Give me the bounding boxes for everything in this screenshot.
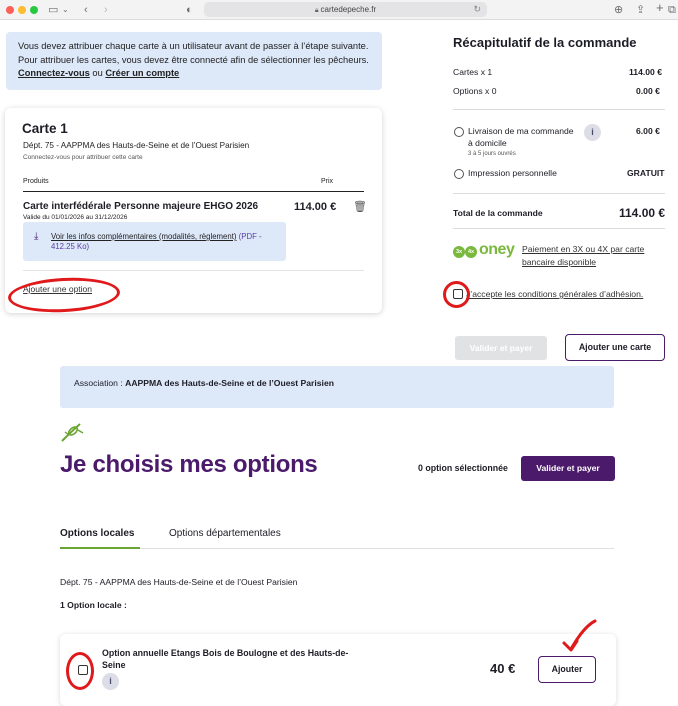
new-tab-icon[interactable]: + (656, 1, 664, 15)
option-name: Option annuelle Etangs Bois de Boulogne … (102, 648, 349, 670)
share-icon[interactable]: ⇪ (636, 3, 645, 17)
info-icon[interactable]: i (584, 124, 601, 141)
add-card-button[interactable]: Ajouter une carte (565, 334, 665, 361)
zoom-window-button[interactable] (30, 6, 38, 14)
summary-title: Récapitulatif de la commande (453, 35, 637, 50)
forward-arrow-icon[interactable]: › (104, 3, 108, 17)
tab-local-options[interactable]: Options locales (60, 528, 134, 539)
delivery-radio[interactable] (454, 127, 464, 137)
oney-3x-badge: 3x (453, 246, 465, 258)
close-window-button[interactable] (6, 6, 14, 14)
annotation-circle (66, 652, 94, 690)
address-bar[interactable]: 🔒︎ cartedepeche.fr ↻ (204, 2, 487, 17)
active-tab-indicator (60, 547, 140, 549)
chevron-down-icon[interactable]: ⌄ (62, 3, 69, 17)
product-validity: Valide du 01/01/2026 au 31/12/2026 (23, 214, 128, 221)
validate-pay-button-disabled[interactable]: Valider et payer (455, 336, 547, 360)
annotation-arrow (562, 619, 597, 652)
cards-value: 114.00 € (629, 67, 662, 77)
url-text: cartedepeche.fr (320, 5, 377, 14)
notice-line-2: Pour attribuer les cartes, vous devez êt… (18, 54, 369, 65)
login-link[interactable]: Connectez-vous (18, 68, 90, 78)
selected-count: 0 option sélectionnée (418, 463, 508, 473)
options-value: 0.00 € (636, 86, 660, 96)
options-label: Options x 0 (453, 86, 497, 96)
tabs-divider (60, 548, 614, 549)
add-option-button[interactable]: Ajouter (538, 656, 596, 683)
tab-overview-icon[interactable]: ⧉ (668, 3, 676, 17)
assign-cards-notice: Vous devez attribuer chaque carte à un u… (6, 32, 382, 90)
download-file-icon: ⤓ (34, 231, 39, 242)
signup-link[interactable]: Créer un compte (105, 68, 179, 78)
association-label: Association : (74, 378, 123, 388)
terms-link[interactable]: J’accepte les conditions générales d’adh… (466, 289, 643, 299)
card-subtitle: Dépt. 75 - AAPPMA des Hauts-de-Seine et … (23, 141, 250, 150)
privacy-shield-icon[interactable]: ◐ (186, 3, 193, 17)
personal-print-radio[interactable] (454, 169, 464, 179)
option-card: Option annuelle Etangs Bois de Boulogne … (60, 634, 616, 706)
minimize-window-button[interactable] (18, 6, 26, 14)
print-label: Impression personnelle (468, 168, 557, 178)
info-link[interactable]: Voir les infos complémentaires (modalité… (51, 232, 236, 241)
oney-payment-link[interactable]: Paiement en 3X ou 4X par carte bancaire … (522, 243, 662, 269)
reload-icon[interactable]: ↻ (473, 2, 481, 17)
divider (453, 193, 665, 194)
trash-icon[interactable]: 🗑︎ (353, 200, 367, 213)
divider (453, 109, 665, 110)
card-title: Carte 1 (22, 121, 68, 136)
delivery-label: Livraison de ma commande à domicile (468, 126, 574, 148)
delivery-value: 6.00 € (636, 126, 660, 136)
delivery-note: 3 à 5 jours ouvrés (468, 151, 516, 157)
total-value: 114.00 € (619, 206, 666, 220)
divider (453, 228, 665, 229)
divider (23, 270, 364, 271)
products-column-header: Produits (23, 178, 49, 185)
total-label: Total de la commande (453, 208, 543, 218)
back-arrow-icon[interactable]: ‹ (84, 3, 88, 17)
sidebar-icon[interactable]: ▭ (48, 3, 58, 17)
department-line: Dépt. 75 - AAPPMA des Hauts-de-Seine et … (60, 577, 298, 587)
option-price: 40 € (490, 661, 516, 676)
or-text: ou (92, 68, 103, 78)
print-value: GRATUIT (627, 168, 665, 178)
cards-label: Cartes x 1 (453, 67, 493, 77)
notice-line-1: Vous devez attribuer chaque carte à un u… (18, 41, 369, 51)
browser-toolbar: ▭ ⌄ ‹ › ◐ 🔒︎ cartedepeche.fr ↻ ⊕ ⇪ + ⧉ (0, 0, 678, 20)
product-name: Carte interfédérale Personne majeure EHG… (23, 201, 259, 212)
connect-hint: Connectez-vous pour attribuer cette cart… (23, 154, 143, 161)
info-icon[interactable]: i (102, 673, 119, 690)
association-name: AAPPMA des Hauts-de-Seine et de l’Ouest … (125, 378, 334, 388)
options-title: Je choisis mes options (60, 451, 318, 478)
tab-departmental-options[interactable]: Options départementales (169, 528, 281, 539)
association-banner: Association : AAPPMA des Hauts-de-Seine … (60, 366, 614, 408)
download-icon[interactable]: ⊕ (614, 3, 623, 17)
oney-wordmark: oney (479, 241, 515, 258)
fishing-lure-icon (61, 423, 84, 442)
validate-pay-button[interactable]: Valider et payer (521, 456, 615, 481)
info-link-box[interactable]: ⤓ Voir les infos complémentaires (modali… (23, 222, 286, 261)
price-column-header: Prix (321, 178, 334, 185)
product-price: 114.00 € (294, 201, 337, 213)
oney-4x-badge: 4x (465, 246, 477, 258)
header-divider (23, 191, 364, 192)
local-option-count: 1 Option locale : (60, 600, 127, 610)
annotation-circle (443, 281, 470, 308)
